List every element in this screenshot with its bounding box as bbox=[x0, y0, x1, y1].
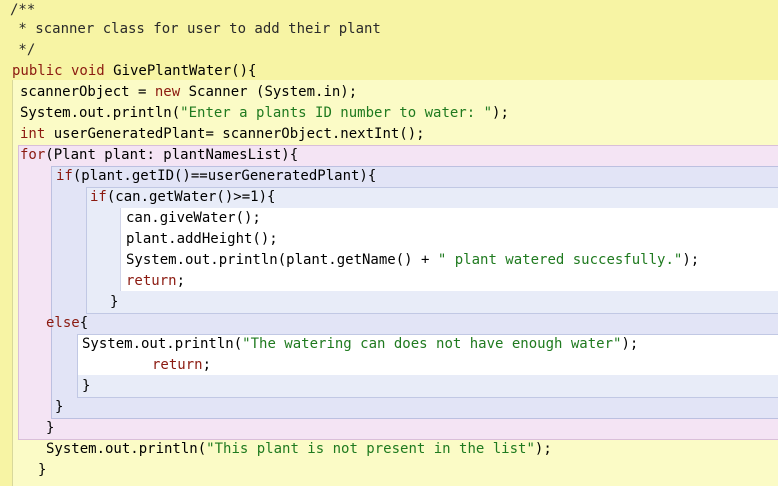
code-line-comment-close[interactable]: */ bbox=[10, 40, 35, 61]
code-token-comment: */ bbox=[10, 42, 36, 58]
code-token-text: } bbox=[38, 462, 47, 478]
code-line-fail-print[interactable]: System.out.println("The watering can doe… bbox=[82, 334, 638, 355]
code-line-comment-open[interactable]: /** bbox=[10, 0, 35, 21]
code-token-keyword: public void bbox=[12, 63, 105, 79]
code-token-string: "Enter a plants ID number to water: " bbox=[180, 105, 493, 121]
code-token-text: userGeneratedPlant= scannerObject.nextIn… bbox=[45, 126, 425, 142]
code-line-close-else[interactable]: } bbox=[82, 376, 90, 397]
code-token-keyword: return bbox=[126, 273, 177, 289]
code-line-method-signature[interactable]: public void GivePlantWater(){ bbox=[12, 61, 256, 82]
code-token-text: (plant.getID()==userGeneratedPlant){ bbox=[72, 168, 377, 184]
code-token-keyword: new bbox=[154, 84, 181, 100]
code-line-close-if-water[interactable]: } bbox=[110, 292, 118, 313]
code-token-text: { bbox=[79, 315, 89, 331]
code-line-prompt-print[interactable]: System.out.println("Enter a plants ID nu… bbox=[20, 103, 509, 124]
code-line-read-int[interactable]: int userGeneratedPlant= scannerObject.ne… bbox=[20, 124, 425, 145]
code-token-keyword: int bbox=[20, 126, 46, 142]
code-token-text: GivePlantWater(){ bbox=[104, 63, 257, 79]
code-line-for-loop[interactable]: for(Plant plant: plantNamesList){ bbox=[20, 145, 298, 166]
code-token-text: System.out.println( bbox=[46, 441, 207, 457]
code-token-comment: /** bbox=[10, 2, 36, 18]
code-token-text: ); bbox=[492, 105, 509, 121]
code-line-scanner-init[interactable]: scannerObject = new Scanner (System.in); bbox=[20, 82, 357, 103]
code-token-keyword: if bbox=[90, 189, 107, 205]
code-line-not-found-print[interactable]: System.out.println("This plant is not pr… bbox=[46, 439, 552, 460]
code-token-text: } bbox=[55, 399, 64, 415]
code-line-else[interactable]: else{ bbox=[46, 313, 88, 334]
code-token-text: System.out.println(plant.getName() + bbox=[126, 252, 438, 268]
code-line-success-print[interactable]: System.out.println(plant.getName() + " p… bbox=[126, 250, 699, 271]
code-token-text: ); bbox=[534, 441, 552, 457]
code-token-text: System.out.println( bbox=[20, 105, 181, 121]
code-token-text: (can.getWater()>=1){ bbox=[106, 189, 276, 205]
code-line-if-id[interactable]: if(plant.getID()==userGeneratedPlant){ bbox=[56, 166, 376, 187]
code-line-close-if-id[interactable]: } bbox=[55, 397, 63, 418]
code-token-comment: * scanner class for user to add their pl… bbox=[10, 21, 381, 37]
code-token-keyword: return bbox=[152, 357, 203, 373]
code-line-return[interactable]: return; bbox=[126, 271, 185, 292]
code-token-text: ; bbox=[202, 357, 212, 373]
code-token-string: "This plant is not present in the list" bbox=[206, 441, 535, 457]
code-token-string: "The watering can does not have enough w… bbox=[242, 336, 622, 352]
code-line-else-return[interactable]: return; bbox=[152, 355, 211, 376]
code-token-keyword: for bbox=[20, 147, 46, 163]
code-token-text: scannerObject = bbox=[20, 84, 155, 100]
code-token-text: } bbox=[46, 420, 55, 436]
code-line-comment-text[interactable]: * scanner class for user to add their pl… bbox=[10, 19, 381, 40]
code-token-text: Scanner (System.in); bbox=[180, 84, 358, 100]
code-token-text: plant.addHeight(); bbox=[126, 231, 278, 247]
code-token-keyword: else bbox=[46, 315, 80, 331]
code-line-if-water[interactable]: if(can.getWater()>=1){ bbox=[90, 187, 275, 208]
code-line-give-water[interactable]: can.giveWater(); bbox=[126, 208, 261, 229]
code-token-text: ); bbox=[621, 336, 639, 352]
code-token-text: can.giveWater(); bbox=[126, 210, 261, 226]
code-token-text: System.out.println( bbox=[82, 336, 243, 352]
code-token-text: } bbox=[82, 378, 91, 394]
code-line-close-for[interactable]: } bbox=[46, 418, 54, 439]
code-line-add-height[interactable]: plant.addHeight(); bbox=[126, 229, 278, 250]
code-token-text: } bbox=[110, 294, 119, 310]
code-token-text: ); bbox=[682, 252, 700, 268]
code-token-text: ; bbox=[176, 273, 186, 289]
code-token-keyword: if bbox=[56, 168, 73, 184]
code-token-text: (Plant plant: plantNamesList){ bbox=[45, 147, 299, 163]
code-line-close-method[interactable]: } bbox=[38, 460, 46, 481]
code-token-string: " plant watered succesfully." bbox=[437, 252, 683, 268]
